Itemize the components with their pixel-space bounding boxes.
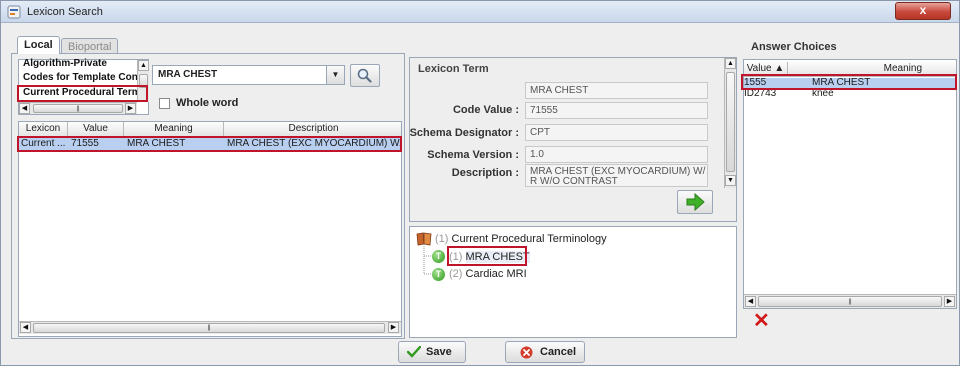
search-combo[interactable]: MRA CHEST ▼ (152, 65, 345, 85)
delete-button[interactable]: ✕ (753, 310, 775, 334)
cancel-button[interactable]: Cancel (505, 341, 585, 363)
highlight-lexicon-item (17, 85, 148, 102)
scroll-right-icon[interactable]: ▶ (125, 103, 136, 114)
column-header[interactable]: Meaning (124, 122, 224, 137)
scroll-left-icon[interactable]: ◀ (20, 322, 31, 333)
schema-designator-label: Schema Designator : (409, 127, 519, 139)
scroll-right-icon[interactable]: ▶ (388, 322, 399, 333)
add-answer-button[interactable] (677, 190, 713, 214)
cancel-icon (520, 346, 533, 359)
scroll-up-icon[interactable]: ▲ (138, 60, 149, 71)
scroll-thumb[interactable]: || (758, 296, 942, 307)
scroll-left-icon[interactable]: ◀ (19, 103, 30, 114)
search-input[interactable]: MRA CHEST (158, 69, 217, 80)
thumb-grip: || (76, 106, 80, 112)
whole-word-label: Whole word (176, 97, 239, 109)
close-icon: x (919, 3, 927, 17)
highlight-tree-node (447, 246, 527, 266)
tree-root[interactable]: (1) Current Procedural Terminology (435, 233, 607, 245)
scroll-down-icon[interactable]: ▼ (725, 175, 736, 186)
scroll-left-icon[interactable]: ◀ (745, 296, 756, 307)
code-value-label: Code Value : (452, 104, 519, 116)
term-icon: T (432, 268, 445, 281)
highlight-answer-row (741, 74, 957, 90)
title-bar[interactable]: Lexicon Search x (1, 1, 959, 23)
thumb-grip: || (207, 325, 211, 331)
lexicon-term-header: Lexicon Term (418, 63, 489, 75)
window-title: Lexicon Search (27, 6, 103, 18)
answer-choices-title: Answer Choices (751, 41, 837, 53)
results-hscroll[interactable]: ◀ || ▶ (19, 321, 401, 334)
checkmark-icon (407, 346, 421, 358)
answer-choices-table: Value ▲ Meaning 1555 MRA CHEST ID2743 kn… (743, 59, 957, 309)
term-value-field: MRA CHEST (525, 82, 708, 99)
arrow-right-icon (686, 192, 705, 212)
code-value-field: 71555 (525, 102, 708, 119)
lexicon-list-hscroll[interactable]: ◀ || ▶ (19, 102, 137, 114)
thumb-grip: || (848, 299, 852, 305)
column-header[interactable]: Lexicon (19, 122, 68, 137)
column-header[interactable]: Value (68, 122, 124, 137)
schema-designator-field: CPT (525, 124, 708, 141)
description-field: MRA CHEST (EXC MYOCARDIUM) W/ O R W/O CO… (525, 164, 708, 187)
scroll-thumb[interactable]: || (33, 323, 385, 333)
save-label: Save (426, 346, 452, 358)
tab-bioportal[interactable]: Bioportal (61, 38, 119, 54)
scroll-thumb[interactable]: || (33, 104, 123, 113)
tree-num: (1) (435, 233, 449, 245)
column-header[interactable]: Description (224, 122, 401, 137)
highlight-result-row (17, 136, 402, 152)
chevron-down-icon[interactable]: ▼ (326, 66, 344, 84)
scroll-thumb[interactable] (726, 72, 735, 172)
list-item[interactable]: Codes for Template Con (23, 72, 138, 83)
close-button[interactable]: x (895, 2, 951, 20)
lexicon-term-vscroll[interactable]: ▲ ▼ (724, 58, 736, 188)
whole-word-checkbox[interactable] (159, 98, 170, 109)
schema-version-label: Schema Version : (427, 149, 519, 161)
description-line: R W/O CONTRAST (530, 176, 618, 187)
save-button[interactable]: Save (398, 341, 466, 363)
scroll-up-icon[interactable]: ▲ (725, 58, 736, 69)
term-icon: T (432, 250, 445, 263)
search-button[interactable] (350, 64, 380, 87)
tree-node[interactable]: (2) Cardiac MRI (449, 268, 527, 280)
results-table: Lexicon Value Meaning Description Curren… (18, 121, 402, 337)
search-icon (357, 68, 372, 83)
tree-root-label: Current Procedural Terminology (451, 233, 607, 245)
scroll-right-icon[interactable]: ▶ (944, 296, 955, 307)
tree-num: (2) (449, 268, 463, 280)
tree-node-label: Cardiac MRI (465, 268, 527, 280)
app-icon (7, 5, 21, 19)
schema-version-field: 1.0 (525, 146, 708, 163)
tab-local[interactable]: Local (17, 36, 60, 54)
answer-hscroll[interactable]: ◀ || ▶ (744, 294, 956, 308)
lexicon-search-window: Lexicon Search x Local Bioportal Algorit… (0, 0, 960, 366)
book-icon (416, 232, 432, 246)
list-item[interactable]: Algorithm-Private (23, 58, 107, 69)
delete-icon: ✕ (753, 310, 770, 332)
description-label: Description : (451, 167, 519, 179)
cancel-label: Cancel (540, 346, 577, 358)
